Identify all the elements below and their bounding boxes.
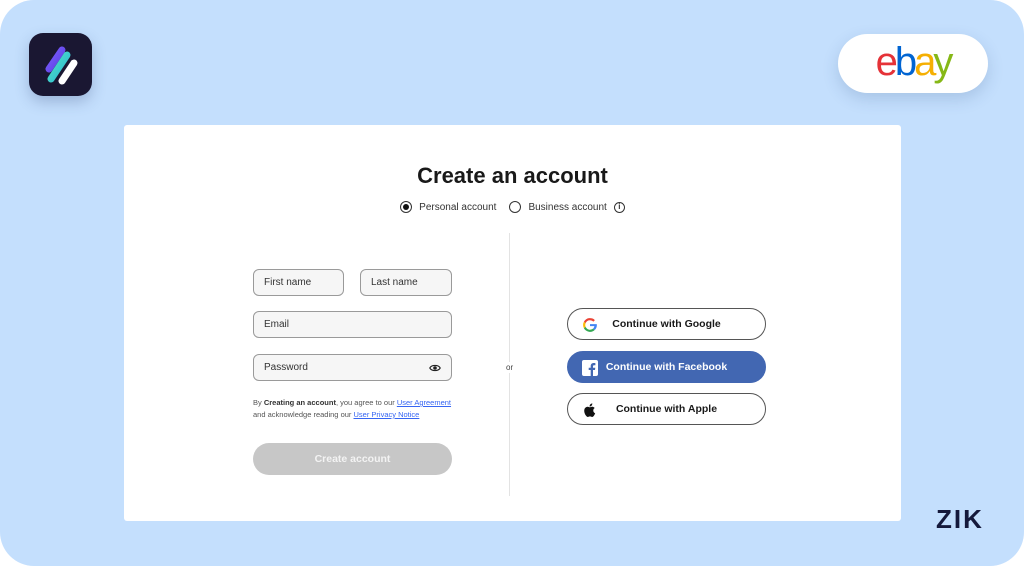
brand-letter: y <box>933 39 953 84</box>
create-account-button[interactable]: Create account <box>253 443 452 475</box>
page-title: Create an account <box>417 163 608 188</box>
ebay-logo: ebay <box>838 34 988 93</box>
legal-middle2: and acknowledge reading our <box>253 410 354 419</box>
user-privacy-notice-link[interactable]: User Privacy Notice <box>354 410 420 419</box>
facebook-button-label: Continue with Facebook <box>605 361 728 373</box>
first-name-input[interactable] <box>264 277 343 288</box>
brand-letter: b <box>894 39 917 84</box>
continue-with-facebook-button[interactable]: Continue with Facebook <box>567 351 766 383</box>
info-icon[interactable]: i <box>613 201 625 213</box>
password-input[interactable] <box>264 362 451 373</box>
facebook-icon <box>582 360 598 379</box>
email-field[interactable] <box>253 311 452 338</box>
legal-middle: , you agree to our <box>335 398 397 407</box>
signup-card: Create an account Personal account Busin… <box>124 125 901 521</box>
google-icon <box>582 317 598 336</box>
continue-with-apple-button[interactable]: Continue with Apple <box>567 393 766 425</box>
account-type-selector: Personal account Business account i <box>124 201 901 213</box>
google-button-label: Continue with Google <box>612 318 721 330</box>
email-input[interactable] <box>264 319 451 330</box>
ebay-wordmark: ebay <box>875 39 954 84</box>
personal-account-label: Personal account <box>419 201 497 213</box>
personal-account-radio[interactable]: Personal account <box>400 201 496 213</box>
continue-with-google-button[interactable]: Continue with Google <box>567 308 766 340</box>
show-password-eye-icon[interactable] <box>429 363 441 376</box>
radio-unselected-icon[interactable] <box>509 201 522 213</box>
screenshot-frame: ebay Create an account Personal account … <box>0 0 1024 566</box>
brand-letter: a <box>914 39 936 84</box>
business-account-radio[interactable]: Business account i <box>509 201 625 213</box>
radio-selected-icon[interactable] <box>400 201 413 213</box>
first-name-field[interactable] <box>253 269 344 296</box>
legal-prefix: By <box>253 398 264 407</box>
password-field[interactable] <box>253 354 452 381</box>
or-separator: or <box>505 362 515 373</box>
zik-watermark: ZIK <box>936 504 984 534</box>
apple-icon <box>582 402 596 421</box>
last-name-input[interactable] <box>371 277 451 288</box>
legal-bold: Creating an account <box>263 398 336 407</box>
business-account-label: Business account <box>528 201 607 213</box>
legal-notice: By Creating an account, you agree to our… <box>253 397 453 421</box>
apple-button-label: Continue with Apple <box>615 403 718 415</box>
brand-letter: e <box>875 39 898 84</box>
user-agreement-link[interactable]: User Agreement <box>397 398 451 407</box>
last-name-field[interactable] <box>360 269 452 296</box>
app-logo-icon <box>29 33 92 96</box>
